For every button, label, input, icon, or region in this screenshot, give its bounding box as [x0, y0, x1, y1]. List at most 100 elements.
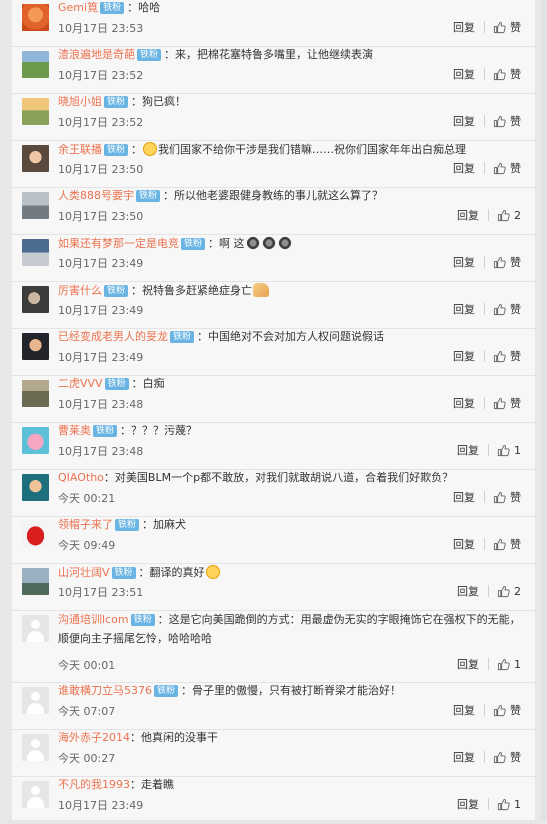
scrollbar[interactable]	[541, 0, 547, 820]
reply-button[interactable]: 回复	[453, 536, 475, 552]
username-link[interactable]: 厉害什么	[58, 284, 102, 297]
user-avatar[interactable]	[22, 4, 49, 31]
user-avatar[interactable]	[22, 98, 49, 125]
user-avatar[interactable]	[22, 286, 49, 313]
username-link[interactable]: QIAOtho	[58, 471, 104, 484]
username-link[interactable]: 曹莱奥	[58, 424, 91, 437]
username-link[interactable]: 如果还有梦那一定是电竞	[58, 237, 179, 250]
reply-button[interactable]: 回复	[453, 348, 475, 364]
like-button[interactable]: 1	[497, 798, 521, 811]
action-divider	[488, 444, 489, 456]
like-button[interactable]: 1	[497, 658, 521, 671]
reply-button[interactable]: 回复	[457, 207, 479, 223]
username-link[interactable]: 已经变成老男人的旻龙	[58, 330, 168, 343]
like-button[interactable]: 2	[497, 209, 521, 222]
username-link[interactable]: Gemi筧	[58, 1, 98, 14]
like-button[interactable]: 赞	[493, 702, 521, 718]
comment-time: 今天 00:21	[58, 492, 116, 505]
comment-item: 曹莱奥 铁粉 ：？？？污蔑？ 10月17日 23:48 回复 1	[12, 423, 535, 470]
thumbs-up-icon	[493, 162, 510, 175]
like-count: 2	[514, 584, 521, 598]
username-link[interactable]: 谁敢横刀立马5376	[58, 684, 152, 697]
username-link[interactable]: 领帽子来了	[58, 518, 113, 531]
user-avatar[interactable]	[22, 239, 49, 266]
comment-text: ：哈哈	[127, 1, 161, 14]
action-divider	[484, 21, 485, 33]
comment-prefix: ：	[131, 143, 143, 156]
comment-body: 已经变成老男人的旻龙 铁粉 ：中国绝对不会对加方人权问题说假话	[58, 330, 384, 344]
reply-button[interactable]: 回复	[457, 796, 479, 812]
username-link[interactable]: 沟通培训lcom	[58, 613, 129, 626]
comment-item: 领帽子来了 铁粉 ：加麻犬 今天 09:49 回复 赞	[12, 517, 535, 564]
username-link[interactable]: 渣浪遍地是奇葩	[58, 48, 135, 61]
fan-badge: 铁粉	[130, 614, 155, 626]
comment-time: 10月17日 23:51	[58, 586, 144, 599]
user-avatar[interactable]	[22, 145, 49, 172]
like-button[interactable]: 1	[497, 444, 521, 457]
like-button[interactable]: 赞	[493, 536, 521, 552]
action-divider	[488, 658, 489, 670]
username-link[interactable]: 海外赤子2014	[58, 731, 130, 744]
like-button[interactable]: 赞	[493, 395, 521, 411]
comment-body: 余王联播 铁粉： 我们国家不给你干涉是我们错嘛……祝你们国家年年出白痴总理	[58, 142, 466, 157]
reply-button[interactable]: 回复	[453, 160, 475, 176]
like-count: 赞	[510, 303, 521, 316]
comment-item: 海外赤子2014：他真闲的没事干 今天 00:27 回复 赞	[12, 730, 535, 777]
reply-button[interactable]: 回复	[453, 66, 475, 82]
reply-button[interactable]: 回复	[457, 656, 479, 672]
comment-actions: 回复 1	[457, 656, 521, 672]
like-button[interactable]: 赞	[493, 301, 521, 317]
user-avatar[interactable]	[22, 687, 49, 714]
comment-actions: 回复 赞	[453, 537, 521, 551]
user-avatar[interactable]	[22, 615, 49, 642]
like-button[interactable]: 赞	[493, 66, 521, 82]
username-link[interactable]: 余王联播	[58, 143, 102, 156]
like-count: 赞	[510, 162, 521, 175]
like-button[interactable]: 2	[497, 585, 521, 598]
user-avatar[interactable]	[22, 781, 49, 808]
like-button[interactable]: 赞	[493, 160, 521, 176]
like-button[interactable]: 赞	[493, 348, 521, 364]
username-link[interactable]: 山河壮阔V	[58, 566, 110, 579]
like-button[interactable]: 赞	[493, 749, 521, 765]
comment-item: QIAOtho：对美国BLM一个p都不敢放，对我们就敢胡说八道，合着我们好欺负？…	[12, 470, 535, 517]
action-divider	[488, 209, 489, 221]
comment-body: 曹莱奥 铁粉 ：？？？污蔑？	[58, 424, 197, 438]
comment-time: 10月17日 23:50	[58, 163, 144, 176]
user-avatar[interactable]	[22, 734, 49, 761]
reply-button[interactable]: 回复	[453, 749, 475, 765]
username-link[interactable]: 不凡的我1993	[58, 778, 130, 791]
reply-button[interactable]: 回复	[457, 583, 479, 599]
reply-button[interactable]: 回复	[453, 19, 475, 35]
user-avatar[interactable]	[22, 474, 49, 501]
like-button[interactable]: 赞	[493, 489, 521, 505]
user-avatar[interactable]	[22, 427, 49, 454]
username-link[interactable]: 晓旭小姐	[58, 95, 102, 108]
thumbs-up-icon	[493, 303, 510, 316]
like-button[interactable]: 赞	[493, 19, 521, 35]
user-avatar[interactable]	[22, 51, 49, 78]
scrollbar-thumb[interactable]	[541, 0, 547, 820]
comment-actions: 回复 2	[457, 583, 521, 599]
action-divider	[484, 538, 485, 550]
like-button[interactable]: 赞	[493, 113, 521, 129]
user-avatar[interactable]	[22, 380, 49, 407]
fan-badge: 铁粉	[115, 519, 140, 531]
user-avatar[interactable]	[22, 568, 49, 595]
user-avatar[interactable]	[22, 521, 49, 548]
reply-button[interactable]: 回复	[453, 301, 475, 317]
username-link[interactable]: 二虎VVV	[58, 377, 103, 390]
reply-button[interactable]: 回复	[453, 395, 475, 411]
reply-button[interactable]: 回复	[453, 254, 475, 270]
comment-body: 二虎VVV 铁粉 ：白痴	[58, 377, 165, 391]
user-avatar[interactable]	[22, 192, 49, 219]
reply-button[interactable]: 回复	[453, 702, 475, 718]
username-link[interactable]: 人类888号要宇	[58, 189, 134, 202]
comment-time: 10月17日 23:48	[58, 398, 144, 411]
comment-actions: 回复 1	[457, 796, 521, 812]
reply-button[interactable]: 回复	[453, 489, 475, 505]
reply-button[interactable]: 回复	[457, 442, 479, 458]
like-button[interactable]: 赞	[493, 254, 521, 270]
user-avatar[interactable]	[22, 333, 49, 360]
reply-button[interactable]: 回复	[453, 113, 475, 129]
